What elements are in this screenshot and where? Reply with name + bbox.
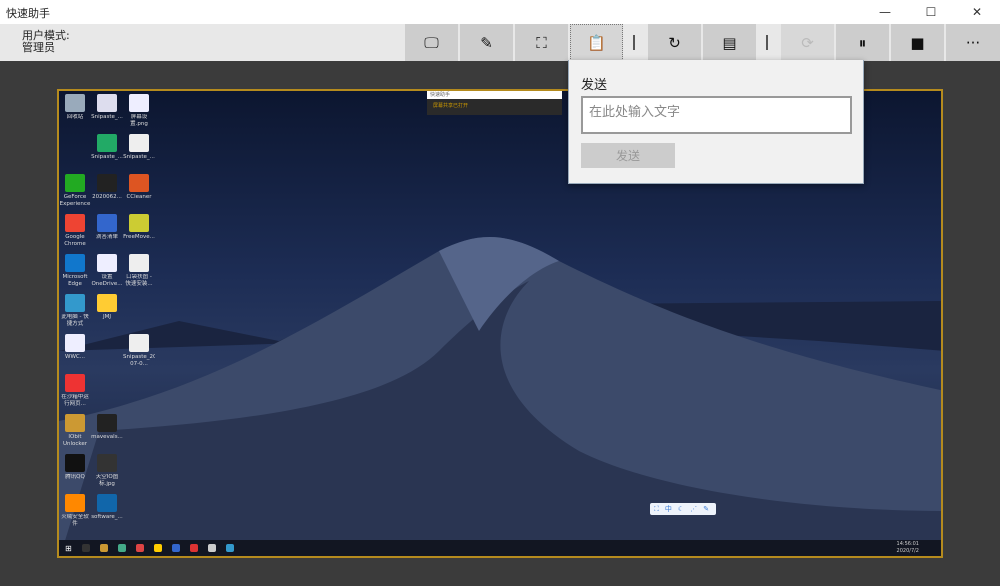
- desktop-icon-label: mavevals...: [91, 434, 123, 440]
- close-button[interactable]: ✕: [954, 0, 1000, 24]
- refresh-icon: ↻: [668, 33, 681, 52]
- monitor-icon: 🖵: [424, 33, 439, 52]
- crop-icon: ⛶: [536, 33, 547, 52]
- desktop-icon-label: Snipaste_2020-07-0...: [123, 354, 155, 367]
- toolbar: 用户模式: 管理员 🖵 ✎ ⛶ 📋 ↻ ▤ ⟳ ⏸ ■ ···: [0, 24, 1000, 61]
- desktop-icon-label: 口袋扶图 - 快速安装...: [125, 274, 153, 287]
- desktop-icon[interactable]: FreeMove...: [91, 214, 187, 241]
- desktop-icon[interactable]: JMJ: [59, 294, 155, 321]
- desktop-icon-label: software_...: [91, 514, 123, 520]
- start-icon[interactable]: ⊞: [65, 544, 72, 553]
- desktop-icon[interactable]: 天空IO图标.jpg: [59, 454, 155, 488]
- window-icon: ▤: [722, 33, 737, 52]
- floating-toolbar[interactable]: ⛶ 中 ☾ ⋰ ✎: [650, 503, 716, 515]
- sync-icon: ⟳: [801, 33, 814, 52]
- desktop-icon-image: [65, 374, 85, 392]
- desktop-icon[interactable]: 口袋扶图 - 快速安装...: [91, 254, 187, 288]
- desktop-icon-image: [129, 334, 149, 352]
- annotate-button[interactable]: ✎: [460, 24, 513, 61]
- desktop-icon-image: [97, 294, 117, 312]
- desktop-icon-image: [129, 254, 149, 272]
- desktop-icon-label: 屏幕设置.png: [130, 114, 148, 127]
- minimize-button[interactable]: —: [862, 0, 908, 24]
- desktop-icon[interactable]: mavevals...: [59, 414, 155, 441]
- desktop-icon-label: FreeMove...: [123, 234, 155, 240]
- toolbar-separator: [766, 35, 768, 50]
- clock-date: 2020/7/2: [896, 548, 919, 554]
- more-icon: ···: [965, 33, 981, 52]
- stop-icon: ■: [910, 33, 925, 52]
- pause-button[interactable]: ⏸: [836, 24, 889, 61]
- screenshot-button[interactable]: ⛶: [515, 24, 568, 61]
- desktop-icon[interactable]: CCleaner: [91, 174, 187, 201]
- mini-window: 快速助手 屏幕共享已打开: [427, 91, 562, 115]
- desktop-icon[interactable]: 在沙箱中运行网页...: [59, 374, 123, 408]
- window-title: 快速助手: [6, 7, 50, 20]
- popup-title: 发送: [581, 78, 608, 93]
- clipboard-button[interactable]: 📋: [570, 24, 623, 61]
- title-bar: 快速助手 — ☐ ✕: [0, 0, 1000, 24]
- clipboard-icon: 📋: [587, 33, 606, 52]
- desktop-icon-label: WWC...: [65, 354, 85, 360]
- mini-window-status: 屏幕共享已打开: [433, 103, 469, 109]
- user-mode-value: 管理员: [22, 41, 55, 54]
- desktop-icon-label: 天空IO图标.jpg: [95, 474, 119, 487]
- desktop-icon-label: CCleaner: [126, 194, 152, 200]
- desktop-icon-image: [129, 134, 149, 152]
- desktop-icon-label: Snipaste_...: [123, 154, 155, 160]
- send-text-popup: 发送 发送: [568, 60, 864, 184]
- desktop-icon[interactable]: Snipaste_...: [91, 134, 187, 161]
- desktop-icon-image: [97, 414, 117, 432]
- desktop-icon-image: [97, 494, 117, 512]
- send-text-input[interactable]: [581, 96, 852, 134]
- more-button[interactable]: ···: [946, 24, 1000, 61]
- desktop-icon-image: [129, 174, 149, 192]
- task-manager-button[interactable]: ▤: [703, 24, 756, 61]
- stop-button[interactable]: ■: [891, 24, 944, 61]
- restart-button[interactable]: ↻: [648, 24, 701, 61]
- edit-icon: ✎: [480, 33, 493, 52]
- desktop-icon-image: [65, 334, 85, 352]
- desktop-icon-label: 在沙箱中运行网页...: [61, 394, 89, 407]
- sync-button[interactable]: ⟳: [781, 24, 834, 61]
- desktop-icon[interactable]: Snipaste_2020-07-0...: [91, 334, 187, 368]
- screen-button[interactable]: 🖵: [405, 24, 458, 61]
- taskbar-clock[interactable]: 14:56:01 2020/7/2: [897, 541, 919, 555]
- toolbar-separator: [633, 35, 635, 50]
- clock-time: 14:56:01: [896, 541, 919, 547]
- desktop-icon[interactable]: 屏幕设置.png: [91, 94, 187, 128]
- desktop-icon-image: [97, 454, 117, 472]
- send-button[interactable]: 发送: [581, 143, 675, 168]
- desktop-icon[interactable]: software_...: [59, 494, 155, 521]
- mini-window-title: 快速助手: [427, 91, 562, 99]
- maximize-button[interactable]: ☐: [908, 0, 954, 24]
- desktop-icon-label: JMJ: [103, 314, 111, 320]
- pause-icon: ⏸: [858, 33, 867, 52]
- user-mode: 用户模式: 管理员: [22, 30, 70, 54]
- desktop-icon-image: [129, 214, 149, 232]
- taskbar: ⊞: [59, 540, 941, 556]
- desktop-icon-image: [129, 94, 149, 112]
